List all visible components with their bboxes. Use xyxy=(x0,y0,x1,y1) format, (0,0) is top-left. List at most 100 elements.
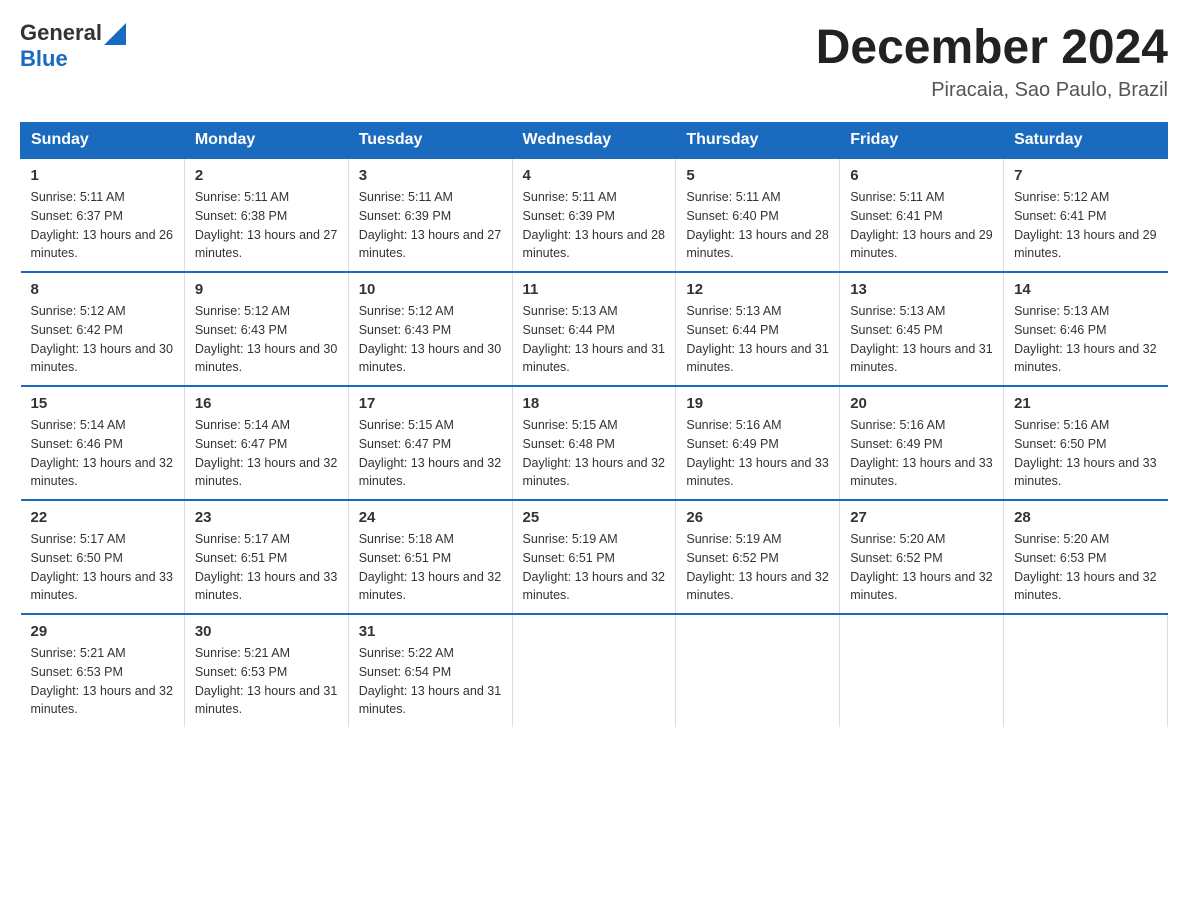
day-info: Sunrise: 5:11 AMSunset: 6:39 PMDaylight:… xyxy=(359,188,502,263)
calendar-cell: 23 Sunrise: 5:17 AMSunset: 6:51 PMDaylig… xyxy=(184,500,348,614)
day-info: Sunrise: 5:11 AMSunset: 6:37 PMDaylight:… xyxy=(31,188,174,263)
calendar-cell xyxy=(676,614,840,727)
day-number: 28 xyxy=(1014,509,1157,526)
day-number: 26 xyxy=(686,509,829,526)
calendar-cell: 21 Sunrise: 5:16 AMSunset: 6:50 PMDaylig… xyxy=(1004,386,1168,500)
calendar-body: 1 Sunrise: 5:11 AMSunset: 6:37 PMDayligh… xyxy=(21,158,1168,727)
calendar-cell xyxy=(512,614,676,727)
day-number: 24 xyxy=(359,509,502,526)
day-number: 13 xyxy=(850,281,993,298)
calendar-week-5: 29 Sunrise: 5:21 AMSunset: 6:53 PMDaylig… xyxy=(21,614,1168,727)
day-info: Sunrise: 5:17 AMSunset: 6:51 PMDaylight:… xyxy=(195,530,338,605)
day-number: 17 xyxy=(359,395,502,412)
calendar-cell: 26 Sunrise: 5:19 AMSunset: 6:52 PMDaylig… xyxy=(676,500,840,614)
calendar-cell: 10 Sunrise: 5:12 AMSunset: 6:43 PMDaylig… xyxy=(348,272,512,386)
day-info: Sunrise: 5:11 AMSunset: 6:39 PMDaylight:… xyxy=(523,188,666,263)
day-number: 1 xyxy=(31,167,174,184)
day-info: Sunrise: 5:19 AMSunset: 6:52 PMDaylight:… xyxy=(686,530,829,605)
day-info: Sunrise: 5:22 AMSunset: 6:54 PMDaylight:… xyxy=(359,644,502,719)
day-number: 21 xyxy=(1014,395,1157,412)
calendar-cell: 30 Sunrise: 5:21 AMSunset: 6:53 PMDaylig… xyxy=(184,614,348,727)
day-info: Sunrise: 5:12 AMSunset: 6:43 PMDaylight:… xyxy=(195,302,338,377)
header-monday: Monday xyxy=(184,123,348,159)
calendar-cell: 13 Sunrise: 5:13 AMSunset: 6:45 PMDaylig… xyxy=(840,272,1004,386)
day-info: Sunrise: 5:13 AMSunset: 6:44 PMDaylight:… xyxy=(523,302,666,377)
day-info: Sunrise: 5:14 AMSunset: 6:47 PMDaylight:… xyxy=(195,416,338,491)
day-info: Sunrise: 5:12 AMSunset: 6:43 PMDaylight:… xyxy=(359,302,502,377)
logo-triangle-icon xyxy=(104,23,126,45)
calendar-cell xyxy=(840,614,1004,727)
calendar-cell: 3 Sunrise: 5:11 AMSunset: 6:39 PMDayligh… xyxy=(348,158,512,272)
day-number: 6 xyxy=(850,167,993,184)
page-header: General Blue December 2024 Piracaia, Sao… xyxy=(20,20,1168,102)
day-info: Sunrise: 5:11 AMSunset: 6:38 PMDaylight:… xyxy=(195,188,338,263)
day-info: Sunrise: 5:18 AMSunset: 6:51 PMDaylight:… xyxy=(359,530,502,605)
calendar-cell: 31 Sunrise: 5:22 AMSunset: 6:54 PMDaylig… xyxy=(348,614,512,727)
day-number: 25 xyxy=(523,509,666,526)
calendar-week-4: 22 Sunrise: 5:17 AMSunset: 6:50 PMDaylig… xyxy=(21,500,1168,614)
calendar-cell: 20 Sunrise: 5:16 AMSunset: 6:49 PMDaylig… xyxy=(840,386,1004,500)
calendar-subtitle: Piracaia, Sao Paulo, Brazil xyxy=(816,79,1168,102)
calendar-cell: 8 Sunrise: 5:12 AMSunset: 6:42 PMDayligh… xyxy=(21,272,185,386)
calendar-cell: 16 Sunrise: 5:14 AMSunset: 6:47 PMDaylig… xyxy=(184,386,348,500)
day-number: 14 xyxy=(1014,281,1157,298)
day-info: Sunrise: 5:19 AMSunset: 6:51 PMDaylight:… xyxy=(523,530,666,605)
day-info: Sunrise: 5:12 AMSunset: 6:41 PMDaylight:… xyxy=(1014,188,1157,263)
day-number: 9 xyxy=(195,281,338,298)
calendar-cell: 24 Sunrise: 5:18 AMSunset: 6:51 PMDaylig… xyxy=(348,500,512,614)
calendar-title: December 2024 xyxy=(816,20,1168,75)
day-number: 11 xyxy=(523,281,666,298)
logo: General Blue xyxy=(20,20,126,72)
day-number: 20 xyxy=(850,395,993,412)
calendar-table: SundayMondayTuesdayWednesdayThursdayFrid… xyxy=(20,122,1168,727)
day-info: Sunrise: 5:13 AMSunset: 6:46 PMDaylight:… xyxy=(1014,302,1157,377)
day-number: 3 xyxy=(359,167,502,184)
header-saturday: Saturday xyxy=(1004,123,1168,159)
day-info: Sunrise: 5:11 AMSunset: 6:41 PMDaylight:… xyxy=(850,188,993,263)
day-number: 16 xyxy=(195,395,338,412)
calendar-cell: 15 Sunrise: 5:14 AMSunset: 6:46 PMDaylig… xyxy=(21,386,185,500)
day-info: Sunrise: 5:17 AMSunset: 6:50 PMDaylight:… xyxy=(31,530,174,605)
day-info: Sunrise: 5:15 AMSunset: 6:48 PMDaylight:… xyxy=(523,416,666,491)
day-number: 2 xyxy=(195,167,338,184)
day-number: 4 xyxy=(523,167,666,184)
calendar-cell: 28 Sunrise: 5:20 AMSunset: 6:53 PMDaylig… xyxy=(1004,500,1168,614)
day-number: 30 xyxy=(195,623,338,640)
calendar-cell: 25 Sunrise: 5:19 AMSunset: 6:51 PMDaylig… xyxy=(512,500,676,614)
calendar-cell: 29 Sunrise: 5:21 AMSunset: 6:53 PMDaylig… xyxy=(21,614,185,727)
day-number: 19 xyxy=(686,395,829,412)
calendar-header-row: SundayMondayTuesdayWednesdayThursdayFrid… xyxy=(21,123,1168,159)
day-number: 27 xyxy=(850,509,993,526)
title-block: December 2024 Piracaia, Sao Paulo, Brazi… xyxy=(816,20,1168,102)
calendar-cell: 17 Sunrise: 5:15 AMSunset: 6:47 PMDaylig… xyxy=(348,386,512,500)
day-info: Sunrise: 5:14 AMSunset: 6:46 PMDaylight:… xyxy=(31,416,174,491)
day-info: Sunrise: 5:11 AMSunset: 6:40 PMDaylight:… xyxy=(686,188,829,263)
logo-block: General Blue xyxy=(20,20,126,72)
calendar-week-2: 8 Sunrise: 5:12 AMSunset: 6:42 PMDayligh… xyxy=(21,272,1168,386)
day-number: 31 xyxy=(359,623,502,640)
calendar-cell: 11 Sunrise: 5:13 AMSunset: 6:44 PMDaylig… xyxy=(512,272,676,386)
day-number: 8 xyxy=(31,281,174,298)
calendar-week-1: 1 Sunrise: 5:11 AMSunset: 6:37 PMDayligh… xyxy=(21,158,1168,272)
day-number: 10 xyxy=(359,281,502,298)
day-info: Sunrise: 5:15 AMSunset: 6:47 PMDaylight:… xyxy=(359,416,502,491)
calendar-week-3: 15 Sunrise: 5:14 AMSunset: 6:46 PMDaylig… xyxy=(21,386,1168,500)
calendar-cell: 14 Sunrise: 5:13 AMSunset: 6:46 PMDaylig… xyxy=(1004,272,1168,386)
day-info: Sunrise: 5:13 AMSunset: 6:44 PMDaylight:… xyxy=(686,302,829,377)
header-tuesday: Tuesday xyxy=(348,123,512,159)
calendar-cell: 27 Sunrise: 5:20 AMSunset: 6:52 PMDaylig… xyxy=(840,500,1004,614)
day-number: 29 xyxy=(31,623,174,640)
calendar-cell: 22 Sunrise: 5:17 AMSunset: 6:50 PMDaylig… xyxy=(21,500,185,614)
day-number: 5 xyxy=(686,167,829,184)
calendar-cell: 2 Sunrise: 5:11 AMSunset: 6:38 PMDayligh… xyxy=(184,158,348,272)
calendar-cell: 12 Sunrise: 5:13 AMSunset: 6:44 PMDaylig… xyxy=(676,272,840,386)
day-info: Sunrise: 5:20 AMSunset: 6:53 PMDaylight:… xyxy=(1014,530,1157,605)
calendar-cell xyxy=(1004,614,1168,727)
calendar-cell: 5 Sunrise: 5:11 AMSunset: 6:40 PMDayligh… xyxy=(676,158,840,272)
day-info: Sunrise: 5:21 AMSunset: 6:53 PMDaylight:… xyxy=(31,644,174,719)
day-number: 7 xyxy=(1014,167,1157,184)
day-info: Sunrise: 5:16 AMSunset: 6:49 PMDaylight:… xyxy=(686,416,829,491)
day-info: Sunrise: 5:13 AMSunset: 6:45 PMDaylight:… xyxy=(850,302,993,377)
day-info: Sunrise: 5:20 AMSunset: 6:52 PMDaylight:… xyxy=(850,530,993,605)
day-number: 18 xyxy=(523,395,666,412)
